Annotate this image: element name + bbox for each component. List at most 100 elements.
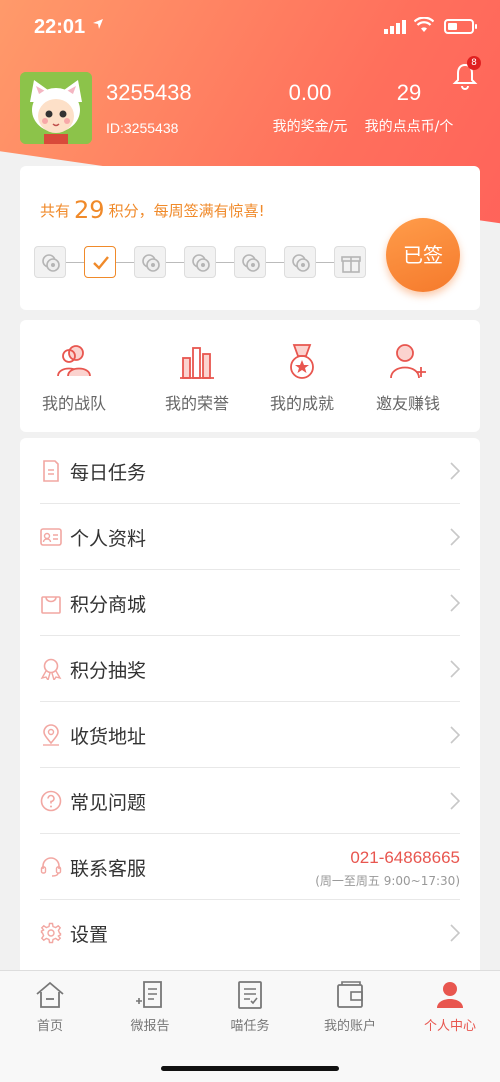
headset-icon [40, 857, 62, 877]
menu-item-faq[interactable]: 常见问题 [20, 768, 480, 834]
username: 3255438 [106, 80, 192, 105]
status-bar: 22:01 [0, 0, 500, 56]
profile-icon [40, 528, 62, 546]
invite-icon [390, 344, 426, 379]
chevron-right-icon [450, 726, 460, 744]
coins-label: 我的点点币/个 [364, 119, 454, 135]
step-connector [116, 262, 134, 263]
honor-icon [180, 347, 214, 379]
chevron-right-icon [450, 660, 460, 678]
checkin-prefix: 共有 [40, 202, 71, 220]
step-checked-icon [84, 246, 116, 278]
tab-account[interactable]: 我的账户 [300, 979, 400, 1034]
home-icon [36, 981, 64, 1008]
step-gift-icon [334, 246, 366, 278]
chevron-right-icon [450, 462, 460, 480]
signed-button[interactable]: 已签 [386, 218, 460, 292]
quick-link-label: 邀友赚钱 [375, 394, 440, 413]
points-count: 29 [74, 196, 105, 224]
battery-icon [444, 19, 477, 34]
menu-item-address[interactable]: 收货地址 [20, 702, 480, 768]
quick-link-label: 我的荣誉 [164, 394, 229, 413]
menu-label: 积分抽奖 [70, 660, 147, 682]
quick-link-label: 我的成就 [269, 394, 334, 413]
medal-icon [290, 344, 314, 379]
task-icon [43, 460, 59, 482]
phone-number[interactable]: 021-64868665 [315, 848, 460, 868]
tab-label: 微报告 [130, 1019, 170, 1034]
status-time: 22:01 [34, 16, 86, 38]
step-coin-icon [134, 246, 166, 278]
quick-link-honor[interactable]: 我的荣誉 [145, 342, 249, 414]
avatar[interactable] [20, 72, 92, 144]
quick-link-team[interactable]: 我的战队 [22, 342, 126, 414]
tab-label: 首页 [36, 1019, 63, 1034]
menu-label: 每日任务 [70, 462, 147, 484]
quick-links: 我的战队 我的荣誉 我的成就 邀友赚钱 [20, 320, 480, 432]
quick-link-label: 我的战队 [41, 394, 106, 413]
checkin-suffix: 积分，每周签满有惊喜! [108, 202, 265, 220]
tab-label: 我的账户 [323, 1019, 376, 1034]
menu-item-profile[interactable]: 个人资料 [20, 504, 480, 570]
menu-label: 常见问题 [70, 792, 147, 814]
chevron-right-icon [450, 924, 460, 942]
step-connector [316, 262, 334, 263]
quick-link-invite[interactable]: 邀友赚钱 [356, 342, 460, 414]
coins-stat[interactable]: 29 我的点点币/个 [356, 80, 462, 136]
user-id: ID:3255438 [106, 120, 179, 136]
bonus-value: 0.00 [288, 80, 332, 105]
step-connector [266, 262, 284, 263]
menu-item-daily-task[interactable]: 每日任务 [20, 438, 480, 504]
menu-list: 每日任务 个人资料 积分商城 积分抽奖 收货地址 常见问题 联系客服 021-6… [20, 438, 480, 978]
menu-item-points-shop[interactable]: 积分商城 [20, 570, 480, 636]
person-icon [437, 982, 463, 1008]
home-indicator [161, 1066, 339, 1071]
report-icon [136, 981, 162, 1008]
service-phone: 021-64868665 (周一至周五 9:00~17:30) [315, 848, 460, 889]
menu-label: 设置 [70, 924, 109, 946]
checkin-title: 共有 29 积分，每周签满有惊喜! [40, 196, 265, 224]
menu-item-lottery[interactable]: 积分抽奖 [20, 636, 480, 702]
checkin-card: 共有 29 积分，每周签满有惊喜! 已签 [20, 166, 480, 310]
tab-report[interactable]: 微报告 [100, 979, 200, 1034]
step-connector [66, 262, 84, 263]
step-coin-icon [234, 246, 266, 278]
bonus-label: 我的奖金/元 [272, 119, 348, 135]
shop-icon [41, 596, 61, 614]
step-connector [166, 262, 184, 263]
team-icon [57, 345, 91, 377]
signal-icon [384, 20, 406, 34]
step-connector [216, 262, 234, 263]
tab-label: 个人中心 [423, 1019, 476, 1034]
chevron-right-icon [450, 792, 460, 810]
menu-label: 积分商城 [70, 594, 147, 616]
notification-badge: 8 [467, 56, 481, 70]
coins-value: 29 [396, 80, 422, 105]
step-coin-icon [284, 246, 316, 278]
tab-tasks[interactable]: 喵任务 [200, 979, 300, 1034]
tab-profile[interactable]: 个人中心 [400, 979, 500, 1034]
quick-link-achievement[interactable]: 我的成就 [250, 342, 354, 414]
bonus-stat[interactable]: 0.00 我的奖金/元 [256, 80, 364, 136]
wallet-icon [337, 981, 363, 1008]
lottery-icon [40, 658, 62, 680]
question-icon [40, 790, 62, 812]
location-arrow-icon [93, 19, 103, 29]
chevron-right-icon [450, 594, 460, 612]
task-list-icon [238, 981, 262, 1009]
menu-item-settings[interactable]: 设置 [20, 900, 480, 966]
location-icon [43, 724, 59, 746]
step-coin-icon [184, 246, 216, 278]
step-coin-icon [34, 246, 66, 278]
menu-label: 联系客服 [70, 858, 147, 880]
chevron-right-icon [450, 528, 460, 546]
tab-home[interactable]: 首页 [0, 979, 100, 1034]
checkin-progress [34, 246, 374, 280]
menu-item-customer-service[interactable]: 联系客服 021-64868665 (周一至周五 9:00~17:30) [20, 834, 480, 900]
menu-label: 收货地址 [70, 726, 147, 748]
service-hours: (周一至周五 9:00~17:30) [315, 874, 460, 888]
tab-label: 喵任务 [230, 1019, 270, 1034]
menu-label: 个人资料 [70, 528, 147, 550]
wifi-icon [414, 17, 434, 32]
gear-icon [40, 922, 62, 944]
